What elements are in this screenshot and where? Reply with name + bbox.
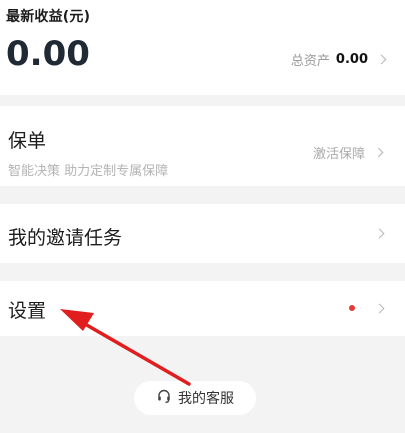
earnings-card: 最新收益(元) 0.00 总资产 0.00 bbox=[0, 0, 405, 95]
policy-row[interactable]: 保单 智能决策 助力定制专属保障 激活保障 bbox=[0, 106, 405, 186]
settings-title: 设置 bbox=[8, 300, 47, 322]
chevron-right-icon bbox=[374, 228, 385, 238]
earnings-amount: 0.00 bbox=[6, 34, 90, 74]
settings-row[interactable]: 设置 bbox=[0, 281, 405, 336]
policy-subtitle: 智能决策 助力定制专属保障 bbox=[8, 164, 169, 179]
assets-value: 0.00 bbox=[335, 52, 368, 67]
invite-tasks-row[interactable]: 我的邀请任务 bbox=[0, 204, 405, 263]
policy-title: 保单 bbox=[8, 130, 47, 152]
headset-icon bbox=[156, 388, 172, 408]
notification-dot bbox=[349, 305, 355, 311]
earnings-title: 最新收益(元) bbox=[6, 9, 91, 25]
invite-tasks-title: 我的邀请任务 bbox=[8, 227, 123, 249]
activate-protection-link[interactable]: 激活保障 bbox=[312, 143, 384, 162]
chevron-right-icon bbox=[373, 147, 384, 158]
chevron-right-icon bbox=[374, 303, 385, 313]
chevron-right-icon bbox=[376, 54, 387, 65]
customer-service-label: 我的客服 bbox=[178, 391, 234, 407]
total-assets-link[interactable]: 总资产 0.00 bbox=[290, 50, 387, 69]
assets-label: 总资产 bbox=[290, 54, 330, 69]
activate-protection-label: 激活保障 bbox=[312, 147, 365, 162]
customer-service-button[interactable]: 我的客服 bbox=[134, 381, 256, 415]
